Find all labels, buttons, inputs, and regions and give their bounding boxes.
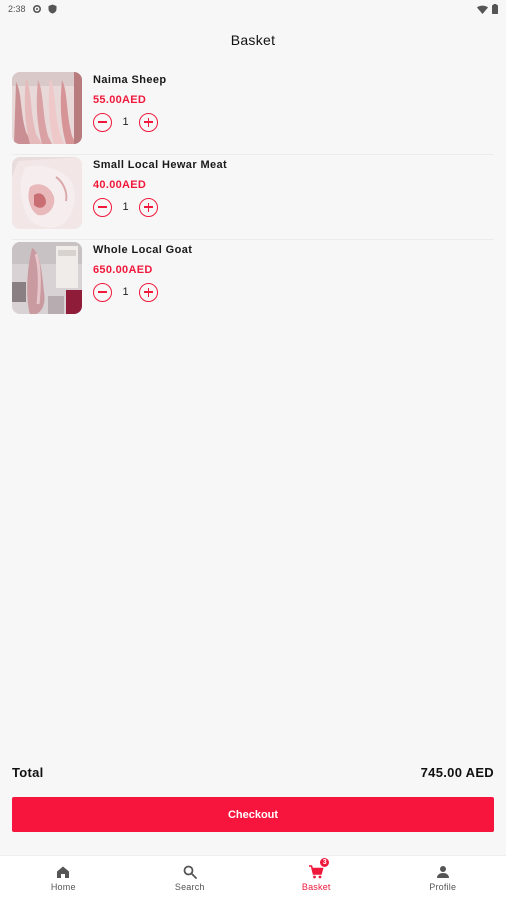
quantity-value: 1	[122, 116, 129, 128]
quantity-stepper: 1	[93, 112, 166, 132]
product-image[interactable]	[12, 72, 82, 144]
total-value: 745.00 AED	[420, 764, 494, 780]
decrease-quantity-button[interactable]	[93, 112, 112, 132]
status-right	[477, 4, 498, 14]
quantity-stepper: 1	[93, 282, 192, 302]
page-title: Basket	[230, 32, 276, 48]
item-price: 55.00AED	[93, 94, 147, 106]
decrease-quantity-button[interactable]	[93, 282, 112, 302]
item-name: Naima Sheep	[93, 74, 167, 86]
nav-item-basket[interactable]: 3 Basket	[253, 856, 380, 900]
battery-icon	[492, 4, 498, 14]
item-price: 40.00AED	[93, 179, 147, 191]
increase-quantity-button[interactable]	[139, 112, 158, 132]
shield-icon	[48, 4, 57, 14]
nav-item-profile[interactable]: Profile	[380, 856, 506, 900]
product-image[interactable]	[12, 242, 82, 314]
nav-label: Basket	[301, 882, 331, 892]
decrease-quantity-button[interactable]	[93, 197, 112, 217]
wifi-icon	[477, 5, 488, 14]
quantity-value: 1	[122, 286, 129, 298]
home-icon	[55, 864, 71, 880]
increase-quantity-button[interactable]	[139, 282, 158, 302]
basket-screen: 2:38 Basket Naima Sheep 55.00AED 1 Small…	[0, 0, 506, 900]
item-info: Whole Local Goat 650.00AED 1	[93, 240, 192, 302]
basket-item: Whole Local Goat 650.00AED 1	[12, 240, 494, 325]
total-label: Total	[12, 764, 44, 780]
search-icon	[182, 864, 198, 880]
status-bar: 2:38	[0, 0, 506, 18]
nav-label: Search	[174, 882, 205, 892]
increase-quantity-button[interactable]	[139, 197, 158, 217]
cart-count-badge: 3	[319, 857, 331, 868]
basket-item: Naima Sheep 55.00AED 1	[12, 70, 494, 155]
item-info: Small Local Hewar Meat 40.00AED 1	[93, 155, 227, 217]
bottom-nav: Home Search 3 Basket Profile	[0, 855, 506, 900]
item-name: Whole Local Goat	[93, 244, 193, 256]
nav-item-search[interactable]: Search	[127, 856, 254, 900]
quantity-value: 1	[122, 201, 129, 213]
nav-item-home[interactable]: Home	[0, 856, 127, 900]
status-time: 2:38	[8, 4, 26, 14]
checkout-button[interactable]: Checkout	[12, 797, 494, 832]
item-price: 650.00AED	[93, 264, 153, 276]
nav-label: Profile	[429, 882, 457, 892]
item-info: Naima Sheep 55.00AED 1	[93, 70, 166, 132]
status-left: 2:38	[8, 4, 57, 14]
item-name: Small Local Hewar Meat	[93, 159, 228, 171]
total-row: Total 745.00 AED	[12, 762, 494, 782]
person-icon	[435, 864, 451, 880]
nav-label: Home	[50, 882, 76, 892]
product-image[interactable]	[12, 157, 82, 229]
basket-list: Naima Sheep 55.00AED 1 Small Local Hewar…	[12, 70, 494, 325]
cart-icon: 3	[308, 857, 331, 880]
settings-icon	[32, 4, 42, 14]
basket-item: Small Local Hewar Meat 40.00AED 1	[12, 155, 494, 240]
quantity-stepper: 1	[93, 197, 227, 217]
